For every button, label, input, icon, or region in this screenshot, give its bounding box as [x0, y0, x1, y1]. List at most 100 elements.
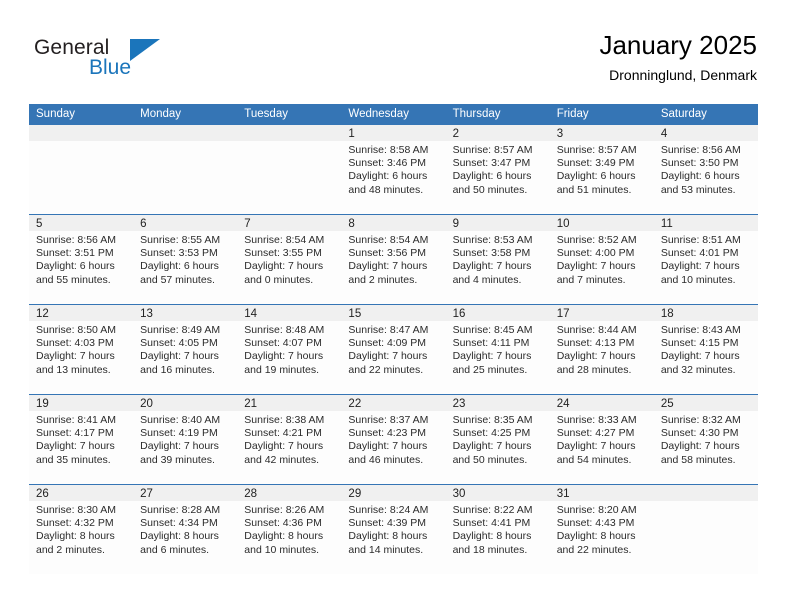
day-number: 16	[445, 305, 550, 321]
day-cell[interactable]: 27 Sunrise: 8:28 AM Sunset: 4:34 PM Dayligh…	[133, 484, 238, 574]
weekday-header-friday: Friday	[549, 104, 654, 125]
day-number: 22	[341, 395, 446, 411]
day-details: Sunrise: 8:56 AM Sunset: 3:51 PM Daylight:…	[29, 231, 133, 287]
sunrise-text: Sunrise: 8:48 AM	[244, 324, 325, 336]
daylight-text-line2: and 7 minutes.	[556, 273, 626, 286]
sunset-text: Sunset: 3:50 PM	[660, 157, 739, 170]
sunrise-text: Sunrise: 8:30 AM	[36, 504, 116, 516]
day-cell[interactable]: 16 Sunrise: 8:45 AM Sunset: 4:11 PM Dayligh…	[445, 304, 550, 395]
sunrise-text: Sunrise: 8:40 AM	[140, 414, 221, 426]
day-cell[interactable]: 8 Sunrise: 8:54 AM Sunset: 3:56 PM Daylight…	[341, 214, 446, 305]
day-number: 8	[341, 215, 446, 231]
sunset-text: Sunset: 3:55 PM	[244, 247, 322, 260]
day-number: 31	[549, 485, 654, 501]
general-blue-logo[interactable]: General Blue	[34, 36, 234, 86]
day-cell[interactable]: 18 Sunrise: 8:43 AM Sunset: 4:15 PM Dayligh…	[653, 304, 758, 395]
day-cell[interactable]: 5 Sunrise: 8:56 AM Sunset: 3:51 PM Daylight…	[29, 214, 134, 305]
day-number	[133, 125, 238, 141]
daylight-text-line2: and 4 minutes.	[452, 273, 522, 286]
sunrise-text: Sunrise: 8:24 AM	[348, 504, 429, 516]
day-cell[interactable]: 4 Sunrise: 8:56 AM Sunset: 3:50 PM Daylight…	[653, 125, 758, 215]
day-details: Sunrise: 8:26 AM Sunset: 4:36 PM Daylight:…	[237, 501, 341, 557]
sunrise-text: Sunrise: 8:56 AM	[36, 234, 116, 246]
day-cell[interactable]: 21 Sunrise: 8:38 AM Sunset: 4:21 PM Dayligh…	[237, 394, 342, 485]
day-cell[interactable]: 1 Sunrise: 8:58 AM Sunset: 3:46 PM Daylight…	[341, 125, 446, 215]
day-details: Sunrise: 8:51 AM Sunset: 4:01 PM Daylight:…	[654, 231, 758, 287]
day-cell[interactable]: 26 Sunrise: 8:30 AM Sunset: 4:32 PM Dayligh…	[29, 484, 134, 574]
day-cell[interactable]	[133, 125, 238, 215]
daylight-text-line1: Daylight: 7 hours	[36, 440, 115, 453]
day-cell[interactable]: 25 Sunrise: 8:32 AM Sunset: 4:30 PM Dayligh…	[653, 394, 758, 485]
day-cell[interactable]: 17 Sunrise: 8:44 AM Sunset: 4:13 PM Dayligh…	[549, 304, 654, 395]
day-cell[interactable]	[653, 484, 758, 574]
sunrise-text: Sunrise: 8:33 AM	[556, 414, 637, 426]
sunrise-text: Sunrise: 8:22 AM	[452, 504, 533, 516]
daylight-text-line1: Daylight: 7 hours	[36, 350, 115, 363]
day-cell[interactable]: 20 Sunrise: 8:40 AM Sunset: 4:19 PM Dayligh…	[133, 394, 238, 485]
day-details: Sunrise: 8:56 AM Sunset: 3:50 PM Daylight:…	[654, 141, 758, 197]
sunrise-text: Sunrise: 8:52 AM	[556, 234, 637, 246]
day-cell[interactable]: 28 Sunrise: 8:26 AM Sunset: 4:36 PM Dayligh…	[237, 484, 342, 574]
sunset-text: Sunset: 4:39 PM	[348, 517, 427, 530]
day-number: 15	[341, 305, 446, 321]
day-number: 30	[445, 485, 550, 501]
day-cell[interactable]: 14 Sunrise: 8:48 AM Sunset: 4:07 PM Dayligh…	[237, 304, 342, 395]
week-row: 12 Sunrise: 8:50 AM Sunset: 4:03 PM Dayligh…	[29, 304, 758, 395]
sunrise-text: Sunrise: 8:28 AM	[140, 504, 221, 516]
sunset-text: Sunset: 3:47 PM	[452, 157, 531, 170]
day-number: 23	[445, 395, 550, 411]
sunrise-text: Sunrise: 8:32 AM	[660, 414, 741, 426]
day-number	[29, 125, 134, 141]
week-row: 5 Sunrise: 8:56 AM Sunset: 3:51 PM Daylight…	[29, 214, 758, 305]
day-details	[133, 141, 237, 144]
day-details: Sunrise: 8:50 AM Sunset: 4:03 PM Daylight:…	[29, 321, 133, 377]
daylight-text-line2: and 14 minutes.	[348, 543, 424, 556]
day-details: Sunrise: 8:58 AM Sunset: 3:46 PM Daylight:…	[341, 141, 445, 197]
day-cell[interactable]: 22 Sunrise: 8:37 AM Sunset: 4:23 PM Dayligh…	[341, 394, 446, 485]
daylight-text-line1: Daylight: 6 hours	[348, 170, 428, 183]
sunset-text: Sunset: 4:41 PM	[452, 517, 531, 530]
day-number: 5	[29, 215, 134, 231]
sunrise-text: Sunrise: 8:50 AM	[36, 324, 116, 336]
day-cell[interactable]: 10 Sunrise: 8:52 AM Sunset: 4:00 PM Dayligh…	[549, 214, 654, 305]
weekday-header-thursday: Thursday	[445, 104, 550, 125]
daylight-text-line1: Daylight: 6 hours	[140, 260, 219, 273]
daylight-text-line2: and 55 minutes.	[36, 273, 111, 286]
daylight-text-line2: and 50 minutes.	[452, 453, 528, 466]
day-cell[interactable]: 13 Sunrise: 8:49 AM Sunset: 4:05 PM Dayligh…	[133, 304, 238, 395]
day-details: Sunrise: 8:52 AM Sunset: 4:00 PM Daylight:…	[550, 231, 654, 287]
day-details: Sunrise: 8:57 AM Sunset: 3:47 PM Daylight:…	[446, 141, 550, 197]
day-cell[interactable]: 11 Sunrise: 8:51 AM Sunset: 4:01 PM Dayligh…	[653, 214, 758, 305]
daylight-text-line2: and 22 minutes.	[348, 363, 424, 376]
day-cell[interactable]: 3 Sunrise: 8:57 AM Sunset: 3:49 PM Daylight…	[549, 125, 654, 215]
day-number	[237, 125, 342, 141]
day-cell[interactable]: 2 Sunrise: 8:57 AM Sunset: 3:47 PM Daylight…	[445, 125, 550, 215]
day-cell[interactable]: 31 Sunrise: 8:20 AM Sunset: 4:43 PM Dayligh…	[549, 484, 654, 574]
day-cell[interactable]: 30 Sunrise: 8:22 AM Sunset: 4:41 PM Dayligh…	[445, 484, 550, 574]
day-cell[interactable]: 23 Sunrise: 8:35 AM Sunset: 4:25 PM Dayligh…	[445, 394, 550, 485]
day-cell[interactable]: 12 Sunrise: 8:50 AM Sunset: 4:03 PM Dayligh…	[29, 304, 134, 395]
day-details: Sunrise: 8:32 AM Sunset: 4:30 PM Daylight:…	[654, 411, 758, 467]
day-cell[interactable]: 7 Sunrise: 8:54 AM Sunset: 3:55 PM Daylight…	[237, 214, 342, 305]
day-cell[interactable]: 9 Sunrise: 8:53 AM Sunset: 3:58 PM Daylight…	[445, 214, 550, 305]
day-cell[interactable]: 19 Sunrise: 8:41 AM Sunset: 4:17 PM Dayligh…	[29, 394, 134, 485]
daylight-text-line1: Daylight: 6 hours	[452, 170, 532, 183]
day-number: 24	[549, 395, 654, 411]
day-number: 3	[549, 125, 654, 141]
sunrise-text: Sunrise: 8:57 AM	[556, 144, 637, 156]
daylight-text-line2: and 6 minutes.	[140, 543, 210, 556]
sunset-text: Sunset: 4:21 PM	[244, 427, 322, 440]
day-details: Sunrise: 8:30 AM Sunset: 4:32 PM Daylight:…	[29, 501, 133, 557]
sunset-text: Sunset: 3:51 PM	[36, 247, 114, 260]
sunset-text: Sunset: 3:46 PM	[348, 157, 427, 170]
day-cell[interactable]	[237, 125, 342, 215]
day-cell[interactable]: 6 Sunrise: 8:55 AM Sunset: 3:53 PM Daylight…	[133, 214, 238, 305]
day-cell[interactable]: 29 Sunrise: 8:24 AM Sunset: 4:39 PM Dayligh…	[341, 484, 446, 574]
day-cell[interactable]: 24 Sunrise: 8:33 AM Sunset: 4:27 PM Dayligh…	[549, 394, 654, 485]
day-cell[interactable]	[29, 125, 134, 215]
day-cell[interactable]: 15 Sunrise: 8:47 AM Sunset: 4:09 PM Dayligh…	[341, 304, 446, 395]
weekday-header-monday: Monday	[133, 104, 238, 125]
sunrise-text: Sunrise: 8:45 AM	[452, 324, 533, 336]
sunrise-text: Sunrise: 8:56 AM	[660, 144, 741, 156]
daylight-text-line2: and 2 minutes.	[36, 543, 105, 556]
